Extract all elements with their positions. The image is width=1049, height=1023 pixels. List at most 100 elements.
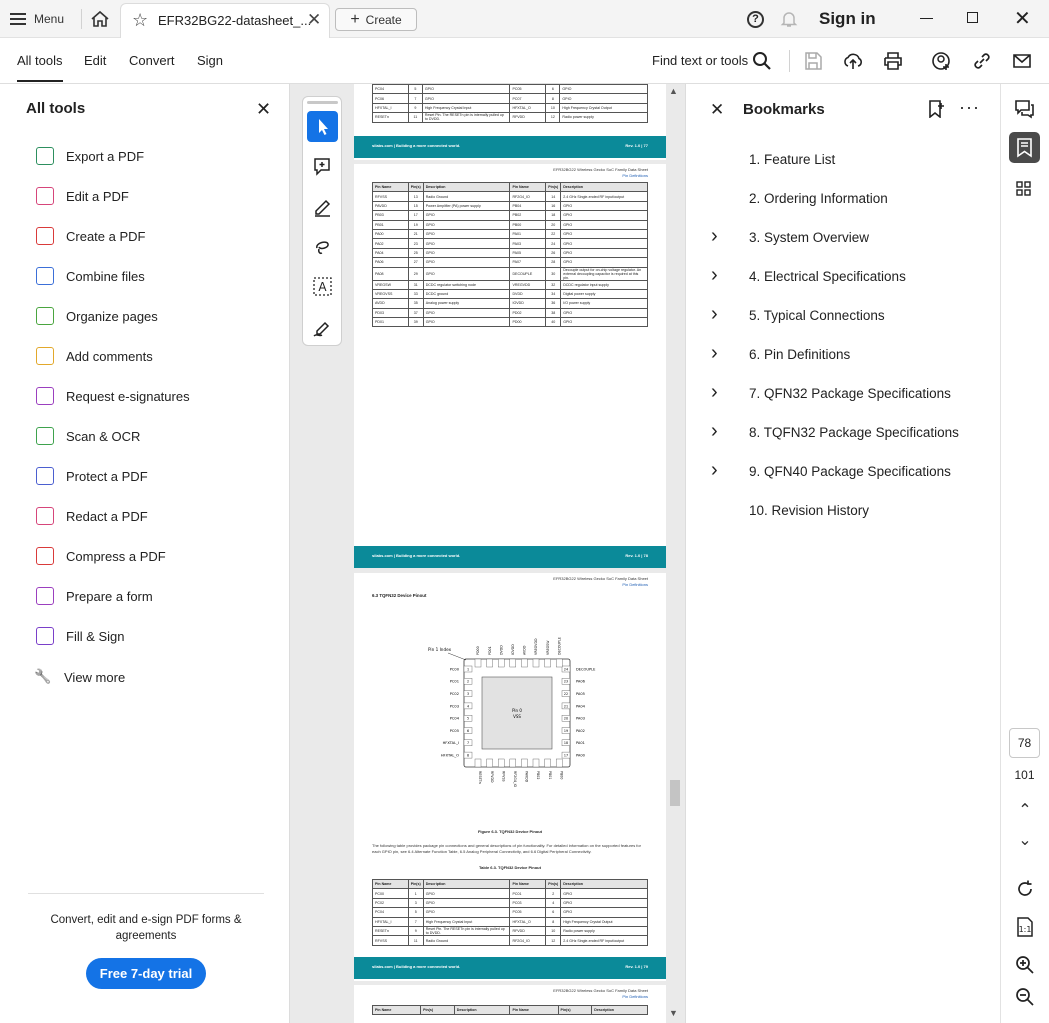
tool-wrench[interactable]: 🔧 View more [34, 665, 125, 689]
tool-compress-pdf[interactable]: Compress a PDF [36, 544, 166, 568]
menu-all-tools[interactable]: All tools [17, 53, 63, 82]
expand-chevron-icon[interactable]: › [711, 264, 718, 287]
sign-in-button[interactable]: Sign in [819, 9, 876, 29]
pin-table-78: Pin Name Pin(s) Description Pin Name Pin(s) D… [372, 181, 648, 328]
tool-add-comments[interactable]: Add comments [36, 344, 153, 368]
highlight-tool-button[interactable] [307, 191, 338, 222]
tool-edit-pdf[interactable]: Edit a PDF [36, 184, 129, 208]
tool-redact-pdf[interactable]: Redact a PDF [36, 504, 148, 528]
bookmark-item[interactable]: 5. Typical Connections [749, 308, 885, 323]
maximize-icon[interactable] [967, 12, 978, 23]
tool-prepare-form[interactable]: Prepare a form [36, 584, 153, 608]
bookmark-item[interactable]: 3. System Overview [749, 230, 869, 245]
bookmark-item[interactable]: 4. Electrical Specifications [749, 269, 906, 284]
rotate-icon[interactable] [1015, 879, 1035, 899]
panel-close-icon[interactable]: ✕ [256, 99, 271, 120]
menu-sign[interactable]: Sign [197, 53, 223, 68]
column-header: Pin(s) [420, 1004, 455, 1016]
table-cell: High Frequency Crystal Output [560, 916, 648, 927]
menu-edit[interactable]: Edit [84, 53, 106, 68]
comments-icon[interactable] [1013, 98, 1035, 120]
save-icon[interactable] [802, 50, 824, 72]
upload-cloud-icon[interactable] [842, 50, 864, 72]
pin-pad [555, 658, 563, 668]
bookmark-item[interactable]: 6. Pin Definitions [749, 347, 850, 362]
table-cell: RFVSS [372, 935, 409, 946]
expand-chevron-icon[interactable]: › [711, 342, 718, 365]
compress-pdf-icon [36, 547, 54, 565]
expand-chevron-icon[interactable]: › [711, 381, 718, 404]
pin-number: 21 [564, 704, 568, 708]
tool-export-pdf[interactable]: Export a PDF [36, 144, 144, 168]
menu-convert[interactable]: Convert [129, 53, 175, 68]
tool-scan-ocr[interactable]: Scan & OCR [36, 424, 140, 448]
expand-chevron-icon[interactable]: › [711, 303, 718, 326]
help-icon[interactable]: ? [747, 11, 764, 28]
pin-name-left: HFXTAL_I [443, 741, 459, 745]
text-select-tool-button[interactable]: A [307, 271, 338, 302]
current-page-input[interactable]: 78 [1009, 728, 1040, 758]
page-header: EFR32BG22 Wireless Gecko SoC Family Data… [553, 988, 648, 1000]
draw-tool-button[interactable] [307, 231, 338, 262]
table-cell: PC03 [509, 897, 547, 909]
tool-organize-pages[interactable]: Organize pages [36, 304, 158, 328]
more-options-icon[interactable]: ··· [959, 97, 980, 118]
tool-request-esignatures[interactable]: Request e-signatures [36, 384, 190, 408]
bookmark-item[interactable]: 9. QFN40 Package Specifications [749, 464, 951, 479]
menu-button[interactable]: Menu [10, 8, 64, 30]
sign-tool-button[interactable] [307, 311, 338, 342]
bookmark-item[interactable]: 10. Revision History [749, 503, 869, 518]
find-text-label[interactable]: Find text or tools [652, 53, 748, 68]
scrollbar-thumb[interactable] [670, 780, 680, 806]
notification-bell-icon[interactable] [780, 10, 798, 28]
scroll-up-arrow-icon[interactable]: ▲ [669, 86, 678, 96]
bookmark-item[interactable]: 2. Ordering Information [749, 191, 888, 206]
free-trial-button[interactable]: Free 7-day trial [86, 958, 206, 989]
fit-page-icon[interactable]: 1:1 [1015, 916, 1035, 938]
expand-chevron-icon[interactable]: › [711, 420, 718, 443]
table-row: RFVSS 13 Radio Ground RF2G4_IO 14 2.4 GHz Sin… [372, 191, 648, 202]
tool-protect-pdf[interactable]: Protect a PDF [36, 464, 148, 488]
pin-number: 19 [564, 729, 568, 733]
email-icon[interactable] [1011, 50, 1033, 72]
table-cell: GPIO [422, 228, 511, 240]
star-icon[interactable]: ☆ [132, 11, 148, 29]
previous-page-icon[interactable]: ⌃ [1011, 800, 1039, 820]
document-tab[interactable]: ☆ EFR32BG22-datasheet_... ✕ [120, 3, 330, 38]
create-button[interactable]: + Create [335, 8, 417, 31]
select-tool-button[interactable] [307, 111, 338, 142]
next-page-icon[interactable]: ⌄ [1011, 830, 1039, 850]
bookmark-item[interactable]: 1. Feature List [749, 152, 835, 167]
tool-fill-sign[interactable]: Fill & Sign [36, 624, 125, 648]
zoom-in-icon[interactable] [1015, 955, 1035, 975]
bookmark-item[interactable]: 8. TQFN32 Package Specifications [749, 425, 959, 440]
bookmarks-close-icon[interactable]: ✕ [710, 100, 724, 120]
home-icon[interactable] [90, 10, 110, 28]
organize-pages-icon [36, 307, 54, 325]
pin-name-bottom: RFVDD [490, 771, 494, 783]
tool-combine-files[interactable]: Combine files [36, 264, 145, 288]
print-icon[interactable] [882, 50, 904, 72]
vertical-scrollbar[interactable] [668, 84, 680, 1023]
drag-handle[interactable] [307, 101, 338, 104]
link-icon[interactable] [971, 50, 993, 72]
pin-pad [509, 758, 517, 768]
scroll-down-arrow-icon[interactable]: ▼ [669, 1008, 678, 1018]
minimize-icon[interactable] [920, 18, 933, 19]
expand-chevron-icon[interactable]: › [711, 459, 718, 482]
table-cell: High Frequency Crystal Input [421, 102, 511, 114]
table-cell: Reset Pin. The RESETn pin is internally … [422, 925, 511, 937]
bookmark-item[interactable]: 7. QFN32 Package Specifications [749, 386, 951, 401]
thumbnails-grid-icon[interactable] [1015, 180, 1033, 198]
document-viewer[interactable]: A PC04 5 GPIO PC05 6 GPIO PC06 7 GPIO PC07 8 GPIO HF… [290, 84, 685, 1023]
expand-chevron-icon[interactable]: › [711, 225, 718, 248]
bookmarks-rail-button[interactable] [1009, 132, 1040, 163]
tab-close-icon[interactable]: ✕ [307, 10, 321, 30]
tool-create-pdf[interactable]: Create a PDF [36, 224, 145, 248]
add-bookmark-icon[interactable] [928, 100, 944, 118]
zoom-out-icon[interactable] [1015, 987, 1035, 1007]
search-icon[interactable] [751, 50, 773, 72]
window-close-icon[interactable]: ✕ [1014, 6, 1031, 31]
add-comment-tool-button[interactable] [307, 151, 338, 182]
share-user-icon[interactable] [930, 50, 952, 72]
